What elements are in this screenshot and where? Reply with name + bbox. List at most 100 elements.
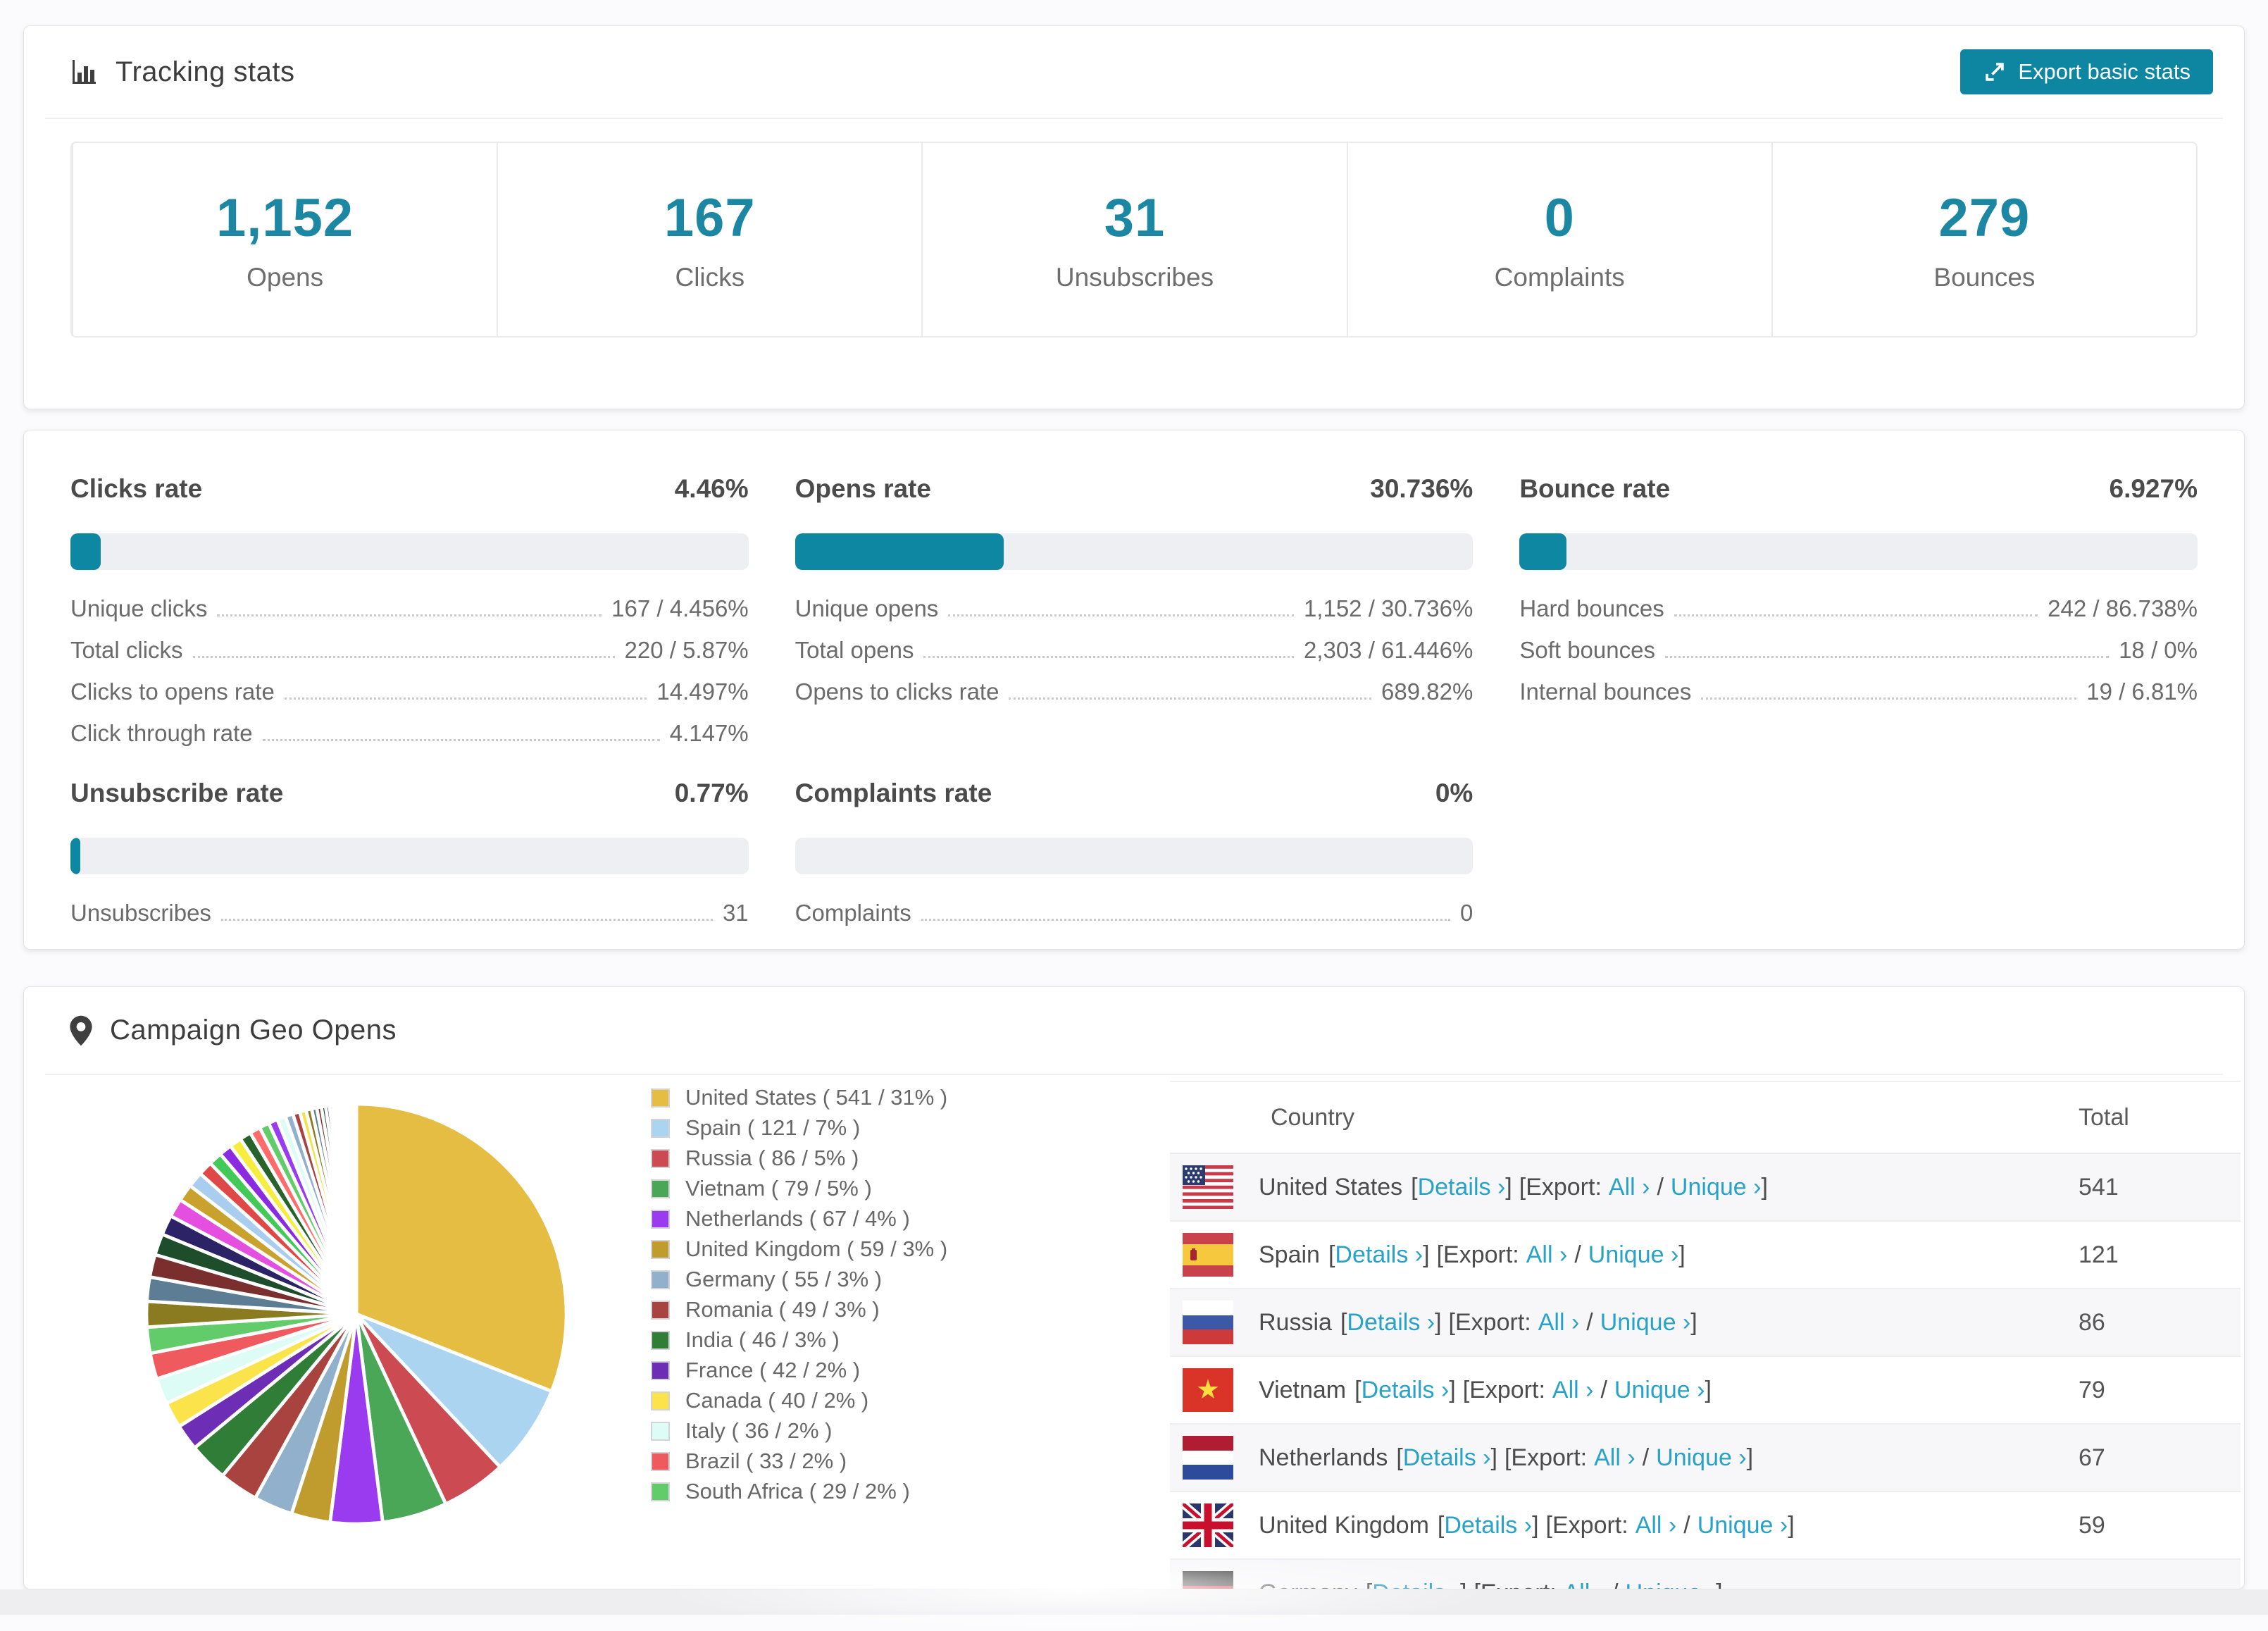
country-name: Vietnam <box>1259 1377 1346 1404</box>
dotted-leader <box>948 614 1294 616</box>
progress-bar <box>70 838 749 874</box>
rate-stat-label: Internal bounces <box>1519 678 1691 705</box>
country-cell: Spain [Details ›] [Export:All ›/Unique ›… <box>1259 1241 2079 1269</box>
rate-stat-label: Complaints <box>795 900 911 926</box>
stat-card: 0 Complaints <box>1347 143 1771 336</box>
legend-swatch <box>651 1240 670 1259</box>
legend-swatch <box>651 1482 670 1501</box>
stat-card: 167 Clicks <box>497 143 921 336</box>
total-cell: 541 <box>2079 1174 2241 1201</box>
export-unique-link[interactable]: Unique › <box>1600 1309 1691 1337</box>
export-all-link[interactable]: All › <box>1538 1309 1580 1337</box>
rate-title: Complaints rate <box>795 779 992 808</box>
details-link[interactable]: Details › <box>1347 1309 1435 1337</box>
divider <box>45 1074 2223 1075</box>
stat-label: Unsubscribes <box>1056 263 1214 292</box>
dotted-leader <box>923 656 1294 658</box>
rates-grid: Clicks rate 4.46% Unique clicks 167 / 4.… <box>24 430 2244 941</box>
legend-label: Italy ( 36 / 2% ) <box>685 1418 832 1444</box>
export-all-link[interactable]: All › <box>1552 1377 1594 1404</box>
table-row: United States [Details ›] [Export:All ›/… <box>1170 1154 2241 1222</box>
export-unique-link[interactable]: Unique › <box>1671 1174 1762 1201</box>
country-cell: United Kingdom [Details ›] [Export:All ›… <box>1259 1512 2079 1539</box>
rate-stat-value: 167 / 4.456% <box>611 595 749 622</box>
stat-value: 1,152 <box>216 187 354 249</box>
rate-stat-row: Click through rate 4.147% <box>70 720 749 762</box>
country-name: Netherlands <box>1259 1444 1388 1472</box>
export-unique-link[interactable]: Unique › <box>1614 1377 1705 1404</box>
rate-block: Bounce rate 6.927% Hard bounces 242 / 86… <box>1519 474 2198 762</box>
country-cell: Netherlands [Details ›] [Export:All ›/Un… <box>1259 1444 2079 1472</box>
dotted-leader <box>221 919 713 921</box>
rate-stat-row: Clicks to opens rate 14.497% <box>70 678 749 720</box>
export-all-link[interactable]: All › <box>1526 1241 1568 1269</box>
legend-label: United Kingdom ( 59 / 3% ) <box>685 1236 947 1262</box>
legend-swatch <box>651 1089 670 1108</box>
rate-block: Clicks rate 4.46% Unique clicks 167 / 4.… <box>70 474 749 762</box>
rate-stat-label: Unique clicks <box>70 595 207 622</box>
country-name: Germany <box>1259 1580 1357 1590</box>
details-link[interactable]: Details › <box>1372 1580 1460 1590</box>
rate-stat-row: Unique clicks 167 / 4.456% <box>70 595 749 637</box>
export-unique-link[interactable]: Unique › <box>1697 1512 1788 1539</box>
details-link[interactable]: Details › <box>1444 1512 1532 1539</box>
export-unique-link[interactable]: Unique › <box>1656 1444 1747 1472</box>
rate-stat-label: Opens to clicks rate <box>795 678 999 705</box>
rate-stat-label: Unsubscribes <box>70 900 211 926</box>
legend-item: Canada ( 40 / 2% ) <box>651 1391 947 1410</box>
details-link[interactable]: Details › <box>1403 1444 1491 1472</box>
dotted-leader <box>217 614 602 616</box>
rate-block: Unsubscribe rate 0.77% Unsubscribes 31 <box>70 779 749 941</box>
rate-stat-value: 689.82% <box>1381 678 1473 705</box>
legend-label: Netherlands ( 67 / 4% ) <box>685 1206 910 1232</box>
rate-value: 0.77% <box>675 779 749 808</box>
country-name: Russia <box>1259 1309 1332 1337</box>
dotted-leader <box>1674 614 2038 616</box>
campaign-geo-opens-card: Campaign Geo Opens United States ( 541 /… <box>23 986 2245 1589</box>
rate-stat-label: Soft bounces <box>1519 637 1655 664</box>
stat-label: Complaints <box>1495 263 1625 292</box>
legend-item: United Kingdom ( 59 / 3% ) <box>651 1239 947 1259</box>
stat-card: 31 Unsubscribes <box>921 143 1346 336</box>
rate-stat-row: Total clicks 220 / 5.87% <box>70 637 749 678</box>
rate-title: Bounce rate <box>1519 474 1670 504</box>
stat-value: 167 <box>664 187 756 249</box>
legend-label: Russia ( 86 / 5% ) <box>685 1146 859 1171</box>
legend-swatch <box>651 1361 670 1380</box>
dotted-leader <box>1701 697 2076 700</box>
legend-swatch <box>651 1422 670 1441</box>
progress-bar <box>1519 533 2198 570</box>
details-link[interactable]: Details › <box>1362 1377 1450 1404</box>
export-basic-stats-button[interactable]: Export basic stats <box>1960 49 2213 94</box>
rate-value: 30.736% <box>1370 474 1473 504</box>
svg-text:★: ★ <box>1196 1375 1220 1405</box>
legend-item: Russia ( 86 / 5% ) <box>651 1148 947 1168</box>
stat-card: 1,152 Opens <box>72 143 497 336</box>
legend-label: South Africa ( 29 / 2% ) <box>685 1479 910 1504</box>
export-unique-link[interactable]: Unique › <box>1588 1241 1679 1269</box>
page-title: Tracking stats <box>116 56 294 88</box>
export-all-link[interactable]: All › <box>1609 1174 1650 1201</box>
stat-label: Clicks <box>675 263 744 292</box>
rate-block: Opens rate 30.736% Unique opens 1,152 / … <box>795 474 1473 762</box>
legend-item: Germany ( 55 / 3% ) <box>651 1270 947 1289</box>
table-row: Spain [Details ›] [Export:All ›/Unique ›… <box>1170 1222 2241 1289</box>
details-link[interactable]: Details › <box>1418 1174 1506 1201</box>
export-all-link[interactable]: All › <box>1594 1444 1635 1472</box>
column-header-total: Total <box>2079 1104 2241 1131</box>
export-unique-link[interactable]: Unique › <box>1626 1580 1716 1590</box>
export-all-link[interactable]: All › <box>1635 1512 1677 1539</box>
legend-item: South Africa ( 29 / 2% ) <box>651 1482 947 1501</box>
country-cell: Germany [Details ›] [Export:All ›/Unique… <box>1259 1580 2079 1590</box>
legend-item: Netherlands ( 67 / 4% ) <box>651 1209 947 1229</box>
legend-swatch <box>651 1119 670 1138</box>
export-all-link[interactable]: All › <box>1564 1580 1605 1590</box>
progress-bar <box>795 838 1473 874</box>
rate-stat-value: 220 / 5.87% <box>625 637 749 664</box>
total-cell: 121 <box>2079 1241 2241 1269</box>
legend-swatch <box>651 1331 670 1350</box>
rate-stat-row: Total opens 2,303 / 61.446% <box>795 637 1473 678</box>
details-link[interactable]: Details › <box>1335 1241 1423 1269</box>
dotted-leader <box>285 697 647 700</box>
legend-label: Germany ( 55 / 3% ) <box>685 1267 882 1292</box>
